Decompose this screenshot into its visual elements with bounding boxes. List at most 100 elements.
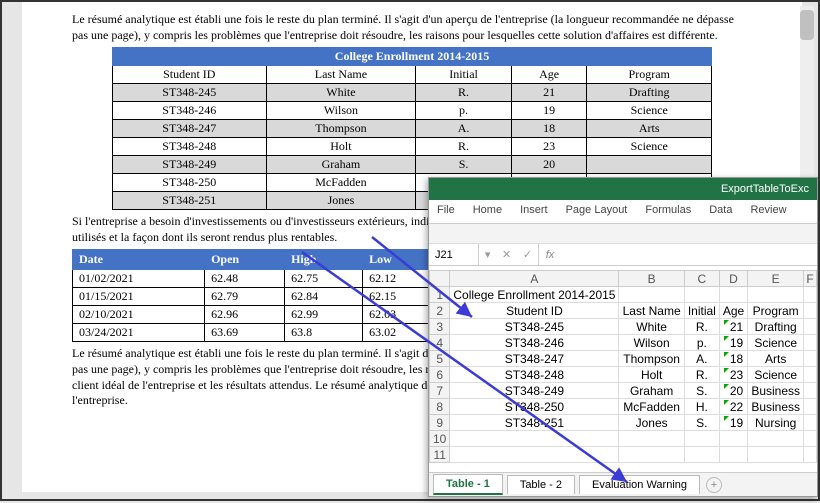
cancel-icon[interactable]: ✕ xyxy=(502,248,511,261)
ribbon-tab[interactable]: File xyxy=(437,204,455,223)
row-header[interactable]: 5 xyxy=(430,351,450,367)
grid-cell[interactable]: 19 xyxy=(719,415,747,431)
ribbon-tab[interactable]: Formulas xyxy=(645,204,691,223)
ribbon-tab[interactable]: Data xyxy=(709,204,732,223)
grid-cell[interactable] xyxy=(748,287,804,303)
grid-cell[interactable]: McFadden xyxy=(619,399,684,415)
ribbon-tab[interactable]: Insert xyxy=(520,204,548,223)
grid-cell[interactable]: Student ID xyxy=(450,303,619,319)
select-all-corner[interactable] xyxy=(430,271,450,287)
grid-cell[interactable] xyxy=(450,447,619,463)
row-header[interactable]: 11 xyxy=(430,447,450,463)
grid-cell[interactable] xyxy=(804,303,817,319)
excel-titlebar[interactable]: ExportTableToExc xyxy=(429,178,817,200)
column-header[interactable]: E xyxy=(748,271,804,287)
grid-cell[interactable] xyxy=(684,287,719,303)
grid-cell[interactable]: College Enrollment 2014-2015 xyxy=(450,287,619,303)
grid-cell[interactable] xyxy=(719,431,747,447)
scrollbar-thumb[interactable] xyxy=(800,10,814,40)
grid-cell[interactable] xyxy=(748,447,804,463)
grid-cell[interactable]: Drafting xyxy=(748,319,804,335)
grid-cell[interactable]: Age xyxy=(719,303,747,319)
grid-cell[interactable] xyxy=(804,383,817,399)
sheet-tab[interactable]: Evaluation Warning xyxy=(579,475,700,494)
grid-cell[interactable]: 18 xyxy=(719,351,747,367)
row-header[interactable]: 2 xyxy=(430,303,450,319)
grid-cell[interactable]: 23 xyxy=(719,367,747,383)
grid-cell[interactable]: Business xyxy=(748,383,804,399)
row-header[interactable]: 3 xyxy=(430,319,450,335)
row-header[interactable]: 8 xyxy=(430,399,450,415)
grid-cell[interactable] xyxy=(804,447,817,463)
grid-cell[interactable]: A. xyxy=(684,351,719,367)
ribbon-tab[interactable]: Review xyxy=(750,204,786,223)
grid-cell[interactable] xyxy=(804,431,817,447)
grid-cell[interactable]: R. xyxy=(684,367,719,383)
confirm-icon[interactable]: ✓ xyxy=(523,248,532,261)
name-box[interactable]: J21 xyxy=(429,244,479,265)
grid-cell[interactable]: Graham xyxy=(619,383,684,399)
grid-cell[interactable] xyxy=(748,431,804,447)
column-header[interactable]: A xyxy=(450,271,619,287)
ribbon-tab[interactable]: Home xyxy=(473,204,502,223)
grid-cell[interactable] xyxy=(804,351,817,367)
grid-cell[interactable] xyxy=(804,335,817,351)
grid-cell[interactable]: 20 xyxy=(719,383,747,399)
grid-cell[interactable]: Program xyxy=(748,303,804,319)
grid-cell[interactable]: Nursing xyxy=(748,415,804,431)
grid-cell[interactable]: ST348-245 xyxy=(450,319,619,335)
grid-cell[interactable]: Initial xyxy=(684,303,719,319)
grid-cell[interactable]: 21 xyxy=(719,319,747,335)
row-header[interactable]: 1 xyxy=(430,287,450,303)
grid-cell[interactable]: Arts xyxy=(748,351,804,367)
grid-cell[interactable]: ST348-247 xyxy=(450,351,619,367)
grid-cell[interactable]: ST348-250 xyxy=(450,399,619,415)
grid-cell[interactable]: H. xyxy=(684,399,719,415)
grid-cell[interactable]: Business xyxy=(748,399,804,415)
grid-cell[interactable] xyxy=(804,399,817,415)
ribbon-tab[interactable]: Page Layout xyxy=(566,204,628,223)
grid-cell[interactable] xyxy=(619,431,684,447)
grid-cell[interactable] xyxy=(684,431,719,447)
spreadsheet-grid[interactable]: ABCDEF1College Enrollment 2014-20152Stud… xyxy=(429,266,817,472)
dropdown-icon[interactable]: ▾ xyxy=(485,248,491,261)
column-header[interactable]: B xyxy=(619,271,684,287)
grid-cell[interactable]: ST348-248 xyxy=(450,367,619,383)
grid-cell[interactable]: ST348-246 xyxy=(450,335,619,351)
sheet-tab-active[interactable]: Table - 1 xyxy=(433,474,503,495)
grid-cell[interactable]: R. xyxy=(684,319,719,335)
grid-cell[interactable] xyxy=(804,287,817,303)
row-header[interactable]: 9 xyxy=(430,415,450,431)
grid-cell[interactable] xyxy=(804,367,817,383)
sheet-tab[interactable]: Table - 2 xyxy=(507,475,575,494)
grid-cell[interactable] xyxy=(450,431,619,447)
grid-cell[interactable] xyxy=(719,447,747,463)
grid-cell[interactable]: ST348-251 xyxy=(450,415,619,431)
grid-cell[interactable] xyxy=(619,447,684,463)
formula-buttons[interactable]: ▾ ✕ ✓ xyxy=(479,244,539,265)
grid-cell[interactable]: S. xyxy=(684,415,719,431)
grid-cell[interactable]: 22 xyxy=(719,399,747,415)
grid-cell[interactable]: Last Name xyxy=(619,303,684,319)
grid-cell[interactable]: Science xyxy=(748,367,804,383)
row-header[interactable]: 10 xyxy=(430,431,450,447)
grid-cell[interactable] xyxy=(684,447,719,463)
grid-cell[interactable] xyxy=(619,287,684,303)
grid-cell[interactable]: Holt xyxy=(619,367,684,383)
grid-cell[interactable]: Thompson xyxy=(619,351,684,367)
grid-cell[interactable] xyxy=(719,287,747,303)
grid-cell[interactable]: ST348-249 xyxy=(450,383,619,399)
row-header[interactable]: 4 xyxy=(430,335,450,351)
grid-cell[interactable]: White xyxy=(619,319,684,335)
grid-cell[interactable]: Science xyxy=(748,335,804,351)
add-sheet-button[interactable]: + xyxy=(706,477,722,493)
row-header[interactable]: 7 xyxy=(430,383,450,399)
column-header[interactable]: F xyxy=(804,271,817,287)
grid-cell[interactable]: Wilson xyxy=(619,335,684,351)
grid-cell[interactable] xyxy=(804,415,817,431)
column-header[interactable]: C xyxy=(684,271,719,287)
row-header[interactable]: 6 xyxy=(430,367,450,383)
grid-cell[interactable]: 19 xyxy=(719,335,747,351)
grid-cell[interactable]: p. xyxy=(684,335,719,351)
grid-cell[interactable]: S. xyxy=(684,383,719,399)
